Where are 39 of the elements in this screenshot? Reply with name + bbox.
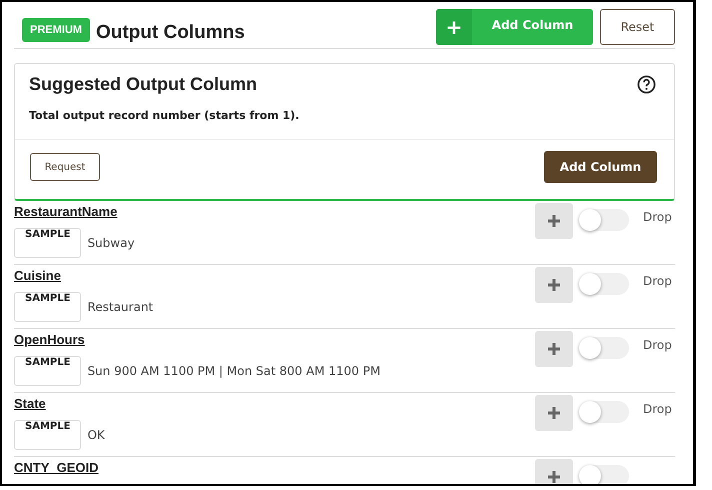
sample-label: SAMPLE xyxy=(14,228,82,258)
request-button[interactable]: Request xyxy=(30,153,100,181)
column-name[interactable]: State xyxy=(14,396,46,411)
drop-toggle[interactable] xyxy=(579,273,629,295)
sample-value: Subway xyxy=(87,236,135,250)
drop-toggle[interactable] xyxy=(579,465,629,484)
column-name[interactable]: OpenHours xyxy=(14,332,85,347)
add-button[interactable] xyxy=(535,203,573,239)
add-column-button[interactable]: Add Column xyxy=(544,151,657,183)
premium-badge: PREMIUM xyxy=(22,18,90,42)
sample-value: Sun 900 AM 1100 PM | Mon Sat 800 AM 1100 PM xyxy=(87,364,380,378)
page-title: Output Columns xyxy=(96,22,245,44)
sample-label: SAMPLE xyxy=(14,292,82,322)
sample-value: Restaurant xyxy=(87,300,154,314)
plus-icon xyxy=(548,471,560,483)
add-button[interactable] xyxy=(535,267,573,303)
column-name[interactable]: Cuisine xyxy=(14,268,61,283)
help-icon[interactable] xyxy=(637,75,656,94)
drop-label: Drop xyxy=(643,274,672,288)
drop-label: Drop xyxy=(643,210,672,224)
column-name[interactable]: CNTY_GEOID xyxy=(14,460,99,475)
card-description: Total output record number (starts from 1). xyxy=(15,95,674,140)
drop-toggle[interactable] xyxy=(579,209,629,231)
drop-toggle[interactable] xyxy=(579,337,629,359)
add-button[interactable] xyxy=(535,395,573,431)
drop-toggle[interactable] xyxy=(579,401,629,423)
sample-label: SAMPLE xyxy=(14,356,82,386)
card-title: Suggested Output Column xyxy=(29,74,257,95)
plus-icon xyxy=(548,279,560,291)
plus-icon xyxy=(548,343,560,355)
drop-label: Drop xyxy=(643,338,672,352)
sample-label: SAMPLE xyxy=(14,420,82,450)
drop-label: Drop xyxy=(643,402,672,416)
reset-button[interactable]: Reset xyxy=(600,9,675,45)
plus-icon xyxy=(548,407,560,419)
sample-value: OK xyxy=(87,428,105,442)
plus-icon xyxy=(548,215,560,227)
column-name[interactable]: RestaurantName xyxy=(14,204,118,219)
add-button[interactable] xyxy=(535,331,573,367)
